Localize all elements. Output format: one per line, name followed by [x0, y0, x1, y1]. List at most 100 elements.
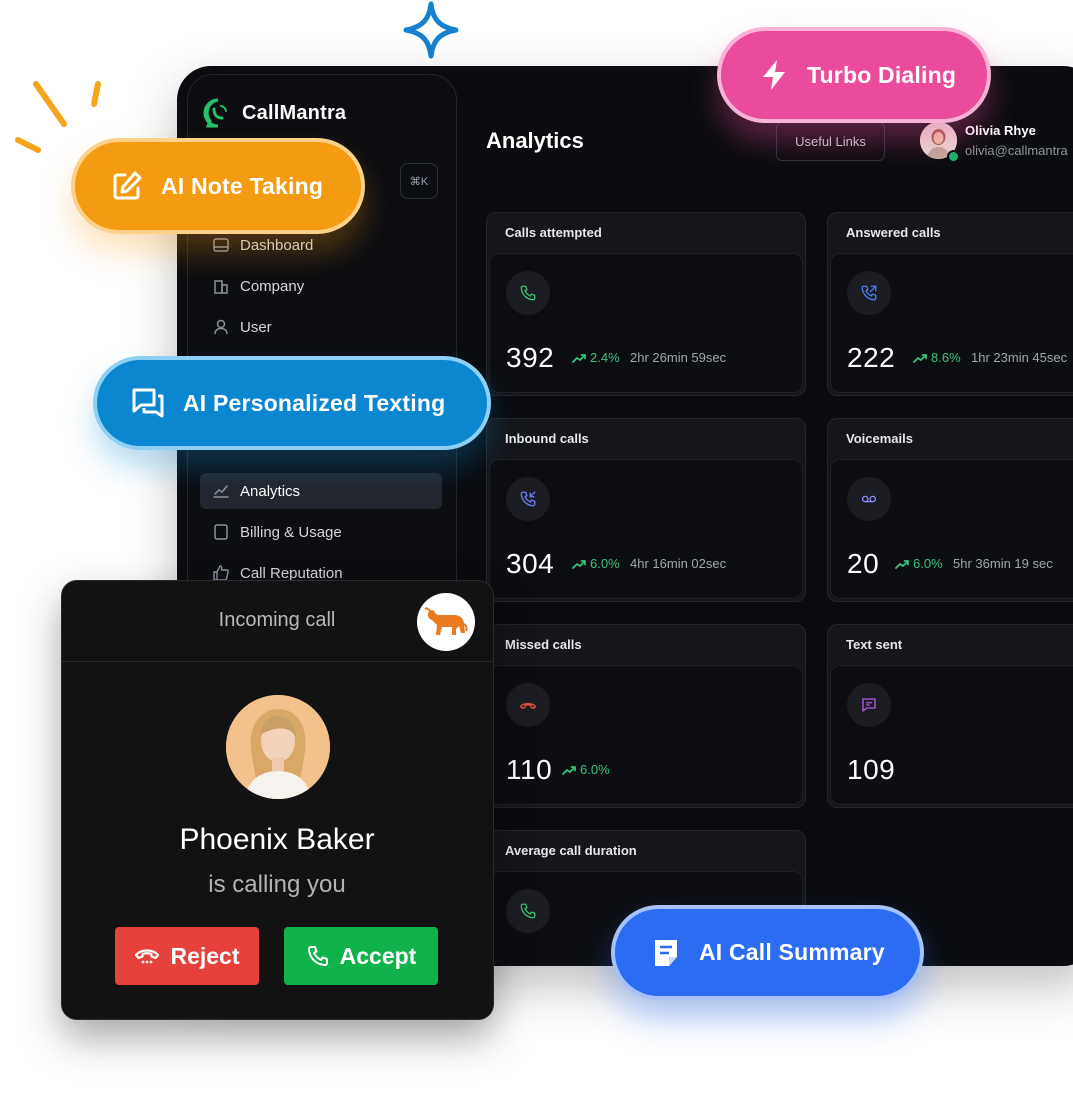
chart-line-icon [213, 485, 229, 498]
sidebar-item-label: User [240, 318, 272, 336]
trend-up-icon [572, 559, 586, 569]
phone-icon [307, 946, 328, 966]
app-name: CallMantra [242, 101, 347, 124]
bull-logo-icon [417, 593, 475, 651]
voicemail-icon [847, 477, 891, 521]
card-missed-calls[interactable]: Missed calls 110 6.0% [486, 624, 806, 808]
ai-personalized-texting-pill[interactable]: AI Personalized Texting [93, 356, 491, 450]
user-icon [214, 319, 228, 335]
trend-up-icon [913, 353, 927, 363]
trend-value: 2.4% [590, 350, 620, 365]
phone-icon [506, 271, 550, 315]
accept-call-button[interactable]: Accept [284, 927, 438, 985]
online-status-dot [947, 150, 960, 163]
trend-indicator: 6.0% [572, 556, 620, 571]
sidebar-item-label: Dashboard [240, 236, 314, 254]
trend-value: 6.0% [580, 762, 610, 777]
card-duration: 2hr 26min 59sec [630, 350, 727, 365]
card-value: 222 [847, 342, 896, 373]
card-duration: 5hr 36min 19 sec [953, 556, 1053, 571]
reject-label: Reject [170, 942, 240, 969]
card-body: 304 6.0% 4hr 16min 02sec [489, 459, 803, 599]
card-title: Average call duration [505, 843, 637, 858]
caller-photo-icon [226, 695, 330, 799]
card-value: 304 [506, 548, 555, 579]
chat-bubbles-icon [132, 388, 164, 418]
caller-name: Phoenix Baker [179, 823, 375, 856]
turbo-dialing-pill[interactable]: Turbo Dialing [717, 27, 991, 123]
search-shortcut-badge: ⌘K [400, 163, 438, 199]
lightning-icon [763, 60, 785, 90]
card-body: 392 2.4% 2hr 26min 59sec [489, 253, 803, 393]
trend-indicator: 8.6% [913, 350, 961, 365]
card-body: 20 6.0% 5hr 36min 19 sec [830, 459, 1073, 599]
trend-indicator: 6.0% [895, 556, 943, 571]
trend-value: 6.0% [590, 556, 620, 571]
card-calls-attempted[interactable]: Calls attempted 392 2.4% 2hr 26min 59sec [486, 212, 806, 396]
sidebar-item-analytics[interactable]: Analytics [200, 473, 442, 509]
edit-note-icon [113, 171, 142, 200]
card-answered-calls[interactable]: Answered calls 222 8.6% 1hr 23min 45sec [827, 212, 1073, 396]
message-icon [847, 683, 891, 727]
card-title: Missed calls [505, 637, 582, 652]
card-title: Voicemails [846, 431, 913, 446]
phone-missed-icon [506, 683, 550, 727]
card-title: Text sent [846, 637, 903, 652]
pill-label: AI Note Taking [161, 172, 324, 199]
card-value: 110 [506, 754, 553, 785]
sidebar-item-label: Analytics [240, 482, 301, 500]
card-duration: 1hr 23min 45sec [971, 350, 1068, 365]
card-value: 20 [847, 548, 880, 579]
reject-call-button[interactable]: Reject [115, 927, 259, 985]
card-body: 109 [830, 665, 1073, 805]
sidebar-item-label: Company [240, 277, 305, 295]
pill-label: AI Personalized Texting [183, 389, 446, 416]
burst-lines-icon [15, 81, 101, 153]
card-body: 222 8.6% 1hr 23min 45sec [830, 253, 1073, 393]
card-body: 110 6.0% [489, 665, 803, 805]
sparkle-icon [403, 1, 459, 59]
card-title: Calls attempted [505, 225, 602, 240]
trend-up-icon [572, 353, 586, 363]
ai-note-taking-pill[interactable]: AI Note Taking [71, 138, 365, 234]
page-title: Analytics [486, 128, 584, 153]
incoming-call-card: Incoming call Phoenix Baker is calling y… [61, 580, 494, 1020]
sidebar-item-user[interactable]: User [200, 309, 442, 345]
trend-up-icon [895, 559, 909, 569]
user-name: Olivia Rhye [965, 123, 1036, 138]
sidebar-item-label: Billing & Usage [240, 523, 342, 541]
caller-subtitle: is calling you [208, 871, 346, 898]
card-text-sent[interactable]: Text sent 109 [827, 624, 1073, 808]
sidebar-item-label: Call Reputation [240, 564, 343, 582]
call-header: Incoming call [62, 581, 493, 662]
trend-value: 8.6% [931, 350, 961, 365]
accept-label: Accept [339, 942, 417, 969]
useful-links-button[interactable]: Useful Links [776, 122, 885, 161]
trend-indicator: 2.4% [572, 350, 620, 365]
pill-label: AI Call Summary [699, 939, 885, 965]
card-voicemails[interactable]: Voicemails 20 6.0% 5hr 36min 19 sec [827, 418, 1073, 602]
tablet-icon [214, 524, 228, 540]
hang-up-icon [135, 949, 160, 964]
callmantra-logo-icon [203, 98, 227, 128]
card-inbound-calls[interactable]: Inbound calls 304 6.0% 4hr 16min 02sec [486, 418, 806, 602]
pill-label: Turbo Dialing [807, 61, 957, 88]
user-email: olivia@callmantra [965, 143, 1068, 158]
card-duration: 4hr 16min 02sec [630, 556, 727, 571]
app-logo[interactable]: CallMantra [202, 97, 346, 129]
trend-value: 6.0% [913, 556, 943, 571]
card-title: Answered calls [846, 225, 941, 240]
trend-indicator: 6.0% [562, 762, 610, 777]
phone-incoming-icon [847, 271, 891, 315]
sidebar-item-company[interactable]: Company [200, 268, 442, 304]
card-value: 109 [847, 754, 896, 785]
ai-call-summary-pill[interactable]: AI Call Summary [611, 905, 924, 1000]
trend-up-icon [562, 765, 576, 775]
card-value: 392 [506, 342, 555, 373]
dashboard-icon [213, 238, 229, 252]
caller-avatar [226, 695, 330, 799]
sidebar-item-billing[interactable]: Billing & Usage [200, 514, 442, 550]
summary-document-icon [655, 939, 677, 966]
card-title: Inbound calls [505, 431, 589, 446]
building-icon [214, 280, 228, 294]
